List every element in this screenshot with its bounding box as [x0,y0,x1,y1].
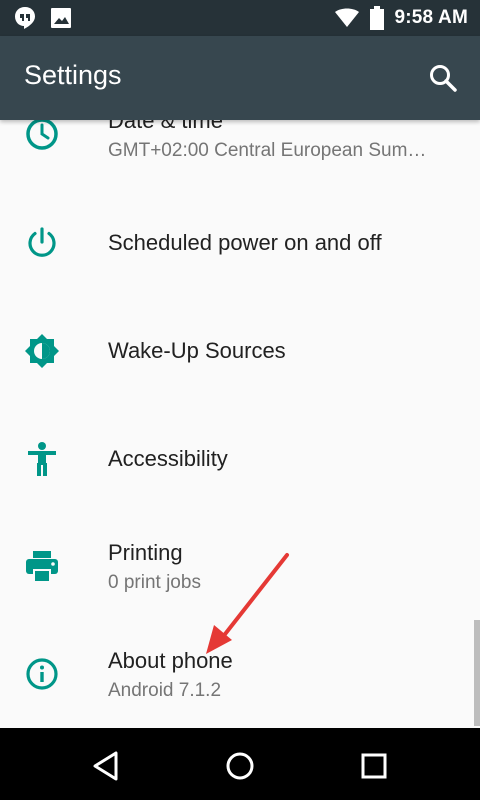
power-icon [28,227,56,257]
settings-item-subtitle: 0 print jobs [108,572,201,593]
search-icon[interactable] [428,63,458,93]
wifi-icon [335,8,360,27]
home-icon[interactable] [220,746,260,786]
scrollbar[interactable] [474,620,480,726]
settings-item-scheduled-power[interactable]: Scheduled power on and off [0,188,472,296]
settings-item-subtitle: GMT+02:00 Central European Sum… [108,140,427,161]
settings-item-title: Scheduled power on and off [108,230,382,255]
settings-list: Date & time GMT+02:00 Central European S… [0,120,480,728]
brightness-icon [25,334,59,368]
status-bar: 9:58 AM [0,0,480,36]
settings-item-title: Date & time [108,120,223,133]
clock-time: 9:58 AM [394,7,468,28]
settings-item-accessibility[interactable]: Accessibility [0,404,472,512]
battery-icon [370,6,385,30]
clock-icon [26,120,58,150]
image-icon [51,8,71,28]
page-title: Settings [24,60,122,90]
info-icon [26,658,58,690]
settings-item-wake-up[interactable]: Wake-Up Sources [0,296,472,404]
settings-item-title: Printing [108,540,183,565]
hangouts-icon [15,7,35,29]
app-bar: Settings [0,36,480,120]
printer-icon [26,551,58,581]
recents-icon[interactable] [354,746,394,786]
accessibility-icon [28,442,56,476]
settings-item-title: Accessibility [108,446,228,471]
settings-item-subtitle: Android 7.1.2 [108,680,222,701]
notification-icons [14,6,72,30]
settings-item-printing[interactable]: Printing 0 print jobs [0,512,472,620]
settings-item-title: About phone [108,648,233,673]
back-icon[interactable] [86,746,126,786]
settings-item-title: Wake-Up Sources [108,338,286,363]
navigation-bar [0,728,480,800]
settings-item-about-phone[interactable]: About phone Android 7.1.2 [0,620,472,728]
